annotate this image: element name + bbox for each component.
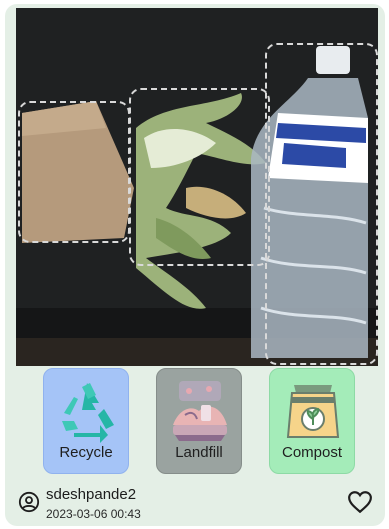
recycle-label: Recycle [59, 444, 113, 461]
compost-label: Compost [281, 444, 343, 461]
detection-box-plastic-bottle[interactable] [265, 43, 378, 365]
user-circle-icon[interactable] [18, 491, 40, 513]
recycle-icon [62, 383, 114, 443]
detection-box-corn-husk[interactable] [129, 88, 270, 266]
post-footer: sdeshpande2 2023-03-06 00:43 [5, 480, 385, 526]
landfill-icon [173, 381, 227, 441]
post-timestamp: 2023-03-06 00:43 [46, 507, 141, 521]
heart-outline-icon[interactable] [347, 490, 373, 514]
landfill-button[interactable]: Landfill [156, 368, 242, 474]
post-card: Recycle Landfill Compost sdeshpande2 202… [5, 4, 385, 526]
compost-button[interactable]: Compost [269, 368, 355, 474]
username[interactable]: sdeshpande2 [46, 486, 136, 503]
bin-options: Recycle Landfill Compost [5, 368, 385, 478]
detection-box-paper[interactable] [18, 101, 130, 243]
compost-icon [286, 385, 340, 438]
waste-photo[interactable] [16, 8, 378, 366]
recycle-button[interactable]: Recycle [43, 368, 129, 474]
landfill-label: Landfill [175, 444, 223, 461]
